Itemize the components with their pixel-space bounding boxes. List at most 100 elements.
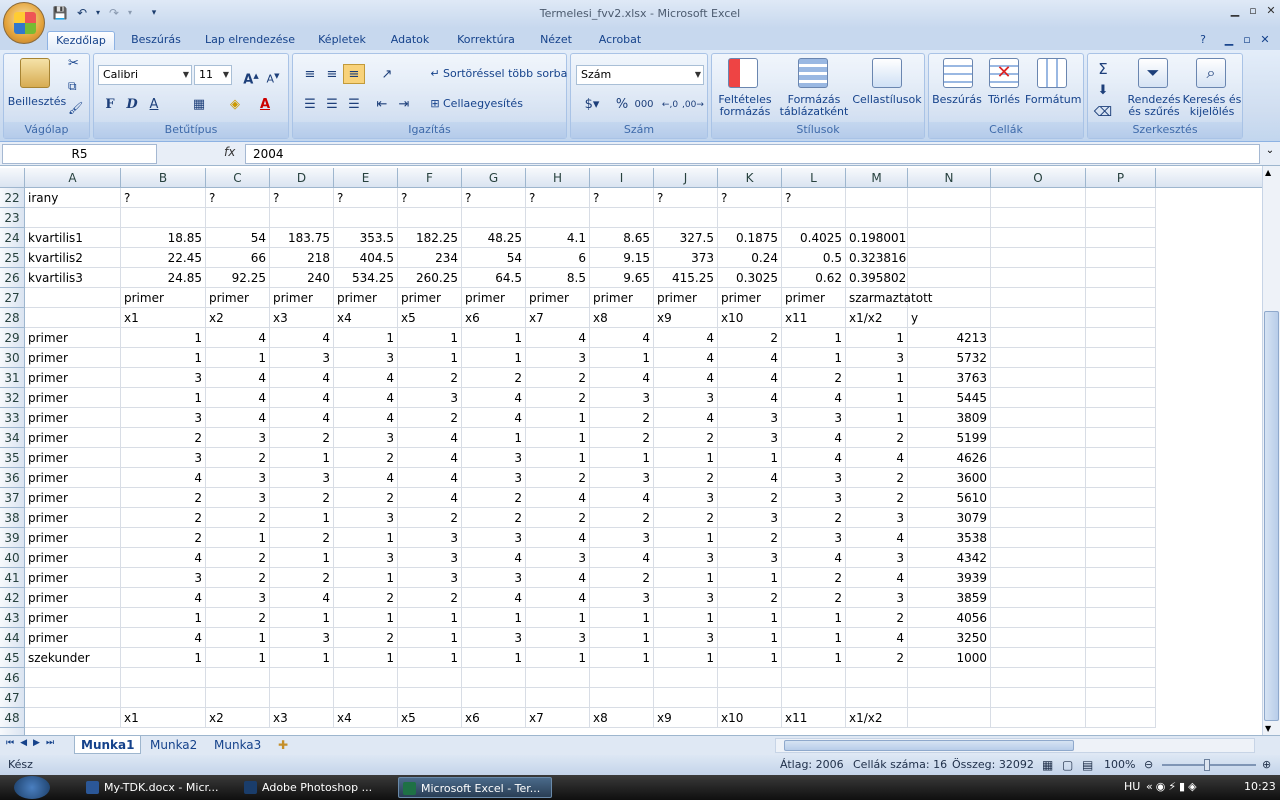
cell-e22[interactable]: ?	[334, 188, 398, 208]
cell-d24[interactable]: 183.75	[270, 228, 334, 248]
row-header[interactable]: 41	[0, 568, 25, 588]
cell-j47[interactable]	[654, 688, 718, 708]
cell-g28[interactable]: x6	[462, 308, 526, 328]
cell-f38[interactable]: 2	[398, 508, 462, 528]
cell-j35[interactable]: 1	[654, 448, 718, 468]
cell-d37[interactable]: 2	[270, 488, 334, 508]
cell-a32[interactable]: primer	[25, 388, 121, 408]
cell-f37[interactable]: 4	[398, 488, 462, 508]
cell-a33[interactable]: primer	[25, 408, 121, 428]
cell-p40[interactable]	[1086, 548, 1156, 568]
cell-a34[interactable]: primer	[25, 428, 121, 448]
cell-p25[interactable]	[1086, 248, 1156, 268]
cell-a28[interactable]	[25, 308, 121, 328]
cell-a24[interactable]: kvartilis1	[25, 228, 121, 248]
cell-k35[interactable]: 1	[718, 448, 782, 468]
cell-e24[interactable]: 353.5	[334, 228, 398, 248]
cell-j34[interactable]: 2	[654, 428, 718, 448]
horizontal-scrollbar[interactable]	[775, 738, 1255, 753]
cell-g31[interactable]: 2	[462, 368, 526, 388]
cell-h23[interactable]	[526, 208, 590, 228]
cell-p33[interactable]	[1086, 408, 1156, 428]
column-header-c[interactable]: C	[206, 168, 270, 188]
cell-n48[interactable]	[908, 708, 991, 728]
cell-k22[interactable]: ?	[718, 188, 782, 208]
cell-p22[interactable]	[1086, 188, 1156, 208]
cell-k46[interactable]	[718, 668, 782, 688]
cell-styles-button[interactable]: Cellastílusok	[852, 94, 922, 106]
row-header[interactable]: 24	[0, 228, 25, 248]
cell-h40[interactable]: 3	[526, 548, 590, 568]
cell-e43[interactable]: 1	[334, 608, 398, 628]
cell-h33[interactable]: 1	[526, 408, 590, 428]
cell-a43[interactable]: primer	[25, 608, 121, 628]
cell-j24[interactable]: 327.5	[654, 228, 718, 248]
cell-a26[interactable]: kvartilis3	[25, 268, 121, 288]
cell-m39[interactable]: 4	[846, 528, 908, 548]
row-header[interactable]: 46	[0, 668, 25, 688]
cell-e32[interactable]: 4	[334, 388, 398, 408]
minimize-icon[interactable]: ▁	[1226, 4, 1244, 18]
tab-adatok[interactable]: Adatok	[384, 31, 436, 50]
decrease-decimal-icon[interactable]: ,00→	[681, 94, 704, 114]
cell-n28[interactable]: y	[908, 308, 991, 328]
cell-e33[interactable]: 4	[334, 408, 398, 428]
cell-n45[interactable]: 1000	[908, 648, 991, 668]
cell-p38[interactable]	[1086, 508, 1156, 528]
cell-g33[interactable]: 4	[462, 408, 526, 428]
align-middle-icon[interactable]: ≡	[321, 64, 343, 84]
cell-c26[interactable]: 92.25	[206, 268, 270, 288]
cell-h24[interactable]: 4.1	[526, 228, 590, 248]
delete-cells-button[interactable]: Törlés	[983, 94, 1025, 106]
cell-o26[interactable]	[991, 268, 1086, 288]
cell-c30[interactable]: 1	[206, 348, 270, 368]
cell-k45[interactable]: 1	[718, 648, 782, 668]
cell-o25[interactable]	[991, 248, 1086, 268]
cell-g40[interactable]: 4	[462, 548, 526, 568]
cell-f25[interactable]: 234	[398, 248, 462, 268]
cell-o34[interactable]	[991, 428, 1086, 448]
row-header[interactable]: 30	[0, 348, 25, 368]
cell-i36[interactable]: 3	[590, 468, 654, 488]
paste-icon[interactable]	[20, 58, 50, 88]
cell-a29[interactable]: primer	[25, 328, 121, 348]
cell-h38[interactable]: 2	[526, 508, 590, 528]
cell-d42[interactable]: 4	[270, 588, 334, 608]
column-header-n[interactable]: N	[908, 168, 991, 188]
increase-decimal-icon[interactable]: ←,0	[659, 94, 681, 114]
tab-acrobat[interactable]: Acrobat	[590, 31, 650, 50]
cell-i37[interactable]: 4	[590, 488, 654, 508]
cell-e26[interactable]: 534.25	[334, 268, 398, 288]
cell-b27[interactable]: primer	[121, 288, 206, 308]
cell-b34[interactable]: 2	[121, 428, 206, 448]
cell-b23[interactable]	[121, 208, 206, 228]
cell-l33[interactable]: 3	[782, 408, 846, 428]
cell-d31[interactable]: 4	[270, 368, 334, 388]
cell-n46[interactable]	[908, 668, 991, 688]
cell-b35[interactable]: 3	[121, 448, 206, 468]
cell-n47[interactable]	[908, 688, 991, 708]
cell-j37[interactable]: 3	[654, 488, 718, 508]
cell-a30[interactable]: primer	[25, 348, 121, 368]
zoom-level[interactable]: 100%	[1104, 755, 1135, 775]
cell-g30[interactable]: 1	[462, 348, 526, 368]
cell-i41[interactable]: 2	[590, 568, 654, 588]
cell-g48[interactable]: x6	[462, 708, 526, 728]
cell-k24[interactable]: 0.1875	[718, 228, 782, 248]
cell-i46[interactable]	[590, 668, 654, 688]
cell-j48[interactable]: x9	[654, 708, 718, 728]
cell-h32[interactable]: 2	[526, 388, 590, 408]
cell-c23[interactable]	[206, 208, 270, 228]
cell-l26[interactable]: 0.62	[782, 268, 846, 288]
cell-m23[interactable]	[846, 208, 908, 228]
cell-o41[interactable]	[991, 568, 1086, 588]
cell-h29[interactable]: 4	[526, 328, 590, 348]
shrink-font-icon[interactable]: A▼	[262, 65, 284, 86]
cell-b31[interactable]: 3	[121, 368, 206, 388]
cell-o45[interactable]	[991, 648, 1086, 668]
cell-a45[interactable]: szekunder	[25, 648, 121, 668]
cell-a35[interactable]: primer	[25, 448, 121, 468]
row-header[interactable]: 28	[0, 308, 25, 328]
cell-l34[interactable]: 4	[782, 428, 846, 448]
cell-f41[interactable]: 3	[398, 568, 462, 588]
